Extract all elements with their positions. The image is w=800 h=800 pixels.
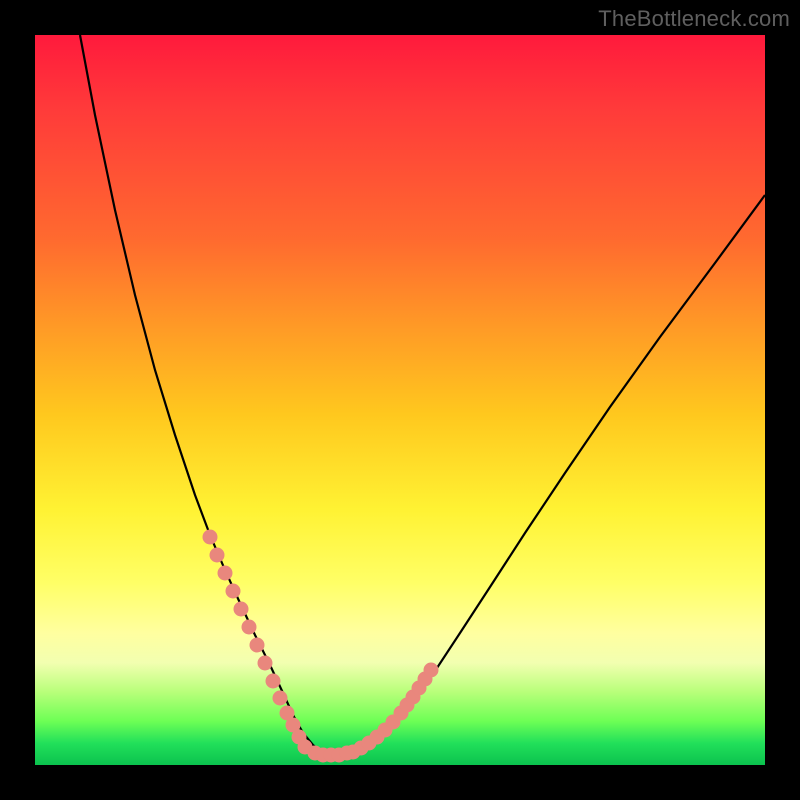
dots-valley [308, 746, 355, 763]
data-dot [218, 566, 233, 581]
data-dot [210, 548, 225, 563]
data-dot [340, 746, 355, 761]
data-dot [266, 674, 281, 689]
data-dot [424, 663, 439, 678]
dots-right-branch [346, 663, 439, 760]
dots-left-branch [203, 530, 313, 755]
data-dot [273, 691, 288, 706]
data-dot [234, 602, 249, 617]
data-dot [242, 620, 257, 635]
data-dot [258, 656, 273, 671]
data-dot [226, 584, 241, 599]
chart-svg [35, 35, 765, 765]
chart-frame: TheBottleneck.com [0, 0, 800, 800]
plot-area [35, 35, 765, 765]
bottleneck-curve [80, 35, 765, 755]
data-dot [203, 530, 218, 545]
watermark-text: TheBottleneck.com [598, 6, 790, 32]
data-dot [250, 638, 265, 653]
